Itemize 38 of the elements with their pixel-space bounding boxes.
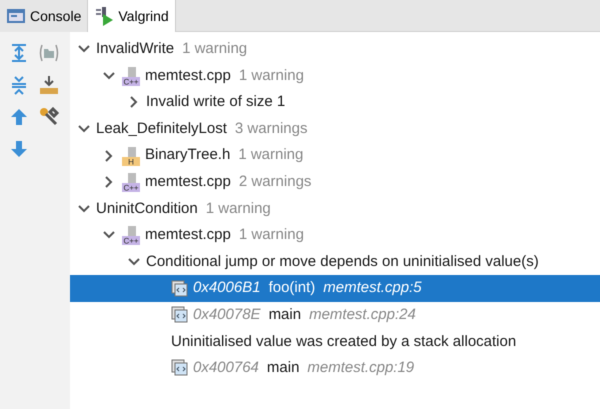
warning-count: 1 warning [238, 225, 304, 246]
source-location: memtest.cpp:24 [309, 304, 416, 325]
warning-count: 1 warning [206, 198, 271, 219]
tab[interactable]: Valgrind [88, 0, 176, 32]
frame-address: 0x40078E [193, 304, 261, 325]
valgrind-icon [94, 6, 114, 26]
tab[interactable]: Console [0, 0, 88, 32]
message-text: Conditional jump or move depends on uninitialised value(s) [146, 252, 539, 272]
warning-count: 1 warning [238, 145, 304, 166]
function-name: main [268, 304, 302, 325]
file-name: memtest.cpp [145, 172, 231, 192]
file-name: memtest.cpp [145, 225, 231, 246]
message-text: Invalid write of size 1 [146, 92, 286, 112]
group-label: InvalidWrite [96, 39, 174, 60]
stack-frame-row[interactable]: 0x40078E main memtest.cpp:24 [70, 302, 600, 329]
source-location: memtest.cpp:19 [307, 358, 414, 378]
console-icon [6, 7, 26, 25]
stack-frame-icon [171, 359, 189, 378]
stack-frame-row[interactable]: 0x4006B1 foo(int) memtest.cpp:5 [70, 275, 600, 302]
stack-frame-row[interactable]: 0x400764 main memtest.cpp:19 [70, 355, 600, 382]
folder-icon[interactable] [38, 42, 60, 64]
stack-frame-icon [171, 306, 189, 324]
download-icon[interactable] [38, 74, 60, 96]
warning-count: 1 warning [238, 66, 304, 86]
warning-count: 2 warnings [238, 172, 312, 192]
source-location: memtest.cpp:5 [323, 278, 422, 298]
warning-count: 1 warning [182, 39, 248, 60]
warning-count: 3 warnings [234, 118, 308, 139]
function-name: foo(int) [268, 278, 316, 298]
file-name: BinaryTree.h [145, 145, 230, 166]
group-label: Leak_DefinitelyLost [96, 118, 227, 139]
file-name: memtest.cpp [145, 66, 231, 86]
frame-address: 0x4006B1 [193, 278, 261, 298]
message-text: Uninitialised value was created by a stack allocation [171, 332, 516, 352]
group-label: UninitCondition [96, 198, 198, 219]
function-name: main [266, 358, 300, 378]
stack-frame-icon [171, 280, 189, 298]
frame-address: 0x400764 [193, 358, 259, 378]
